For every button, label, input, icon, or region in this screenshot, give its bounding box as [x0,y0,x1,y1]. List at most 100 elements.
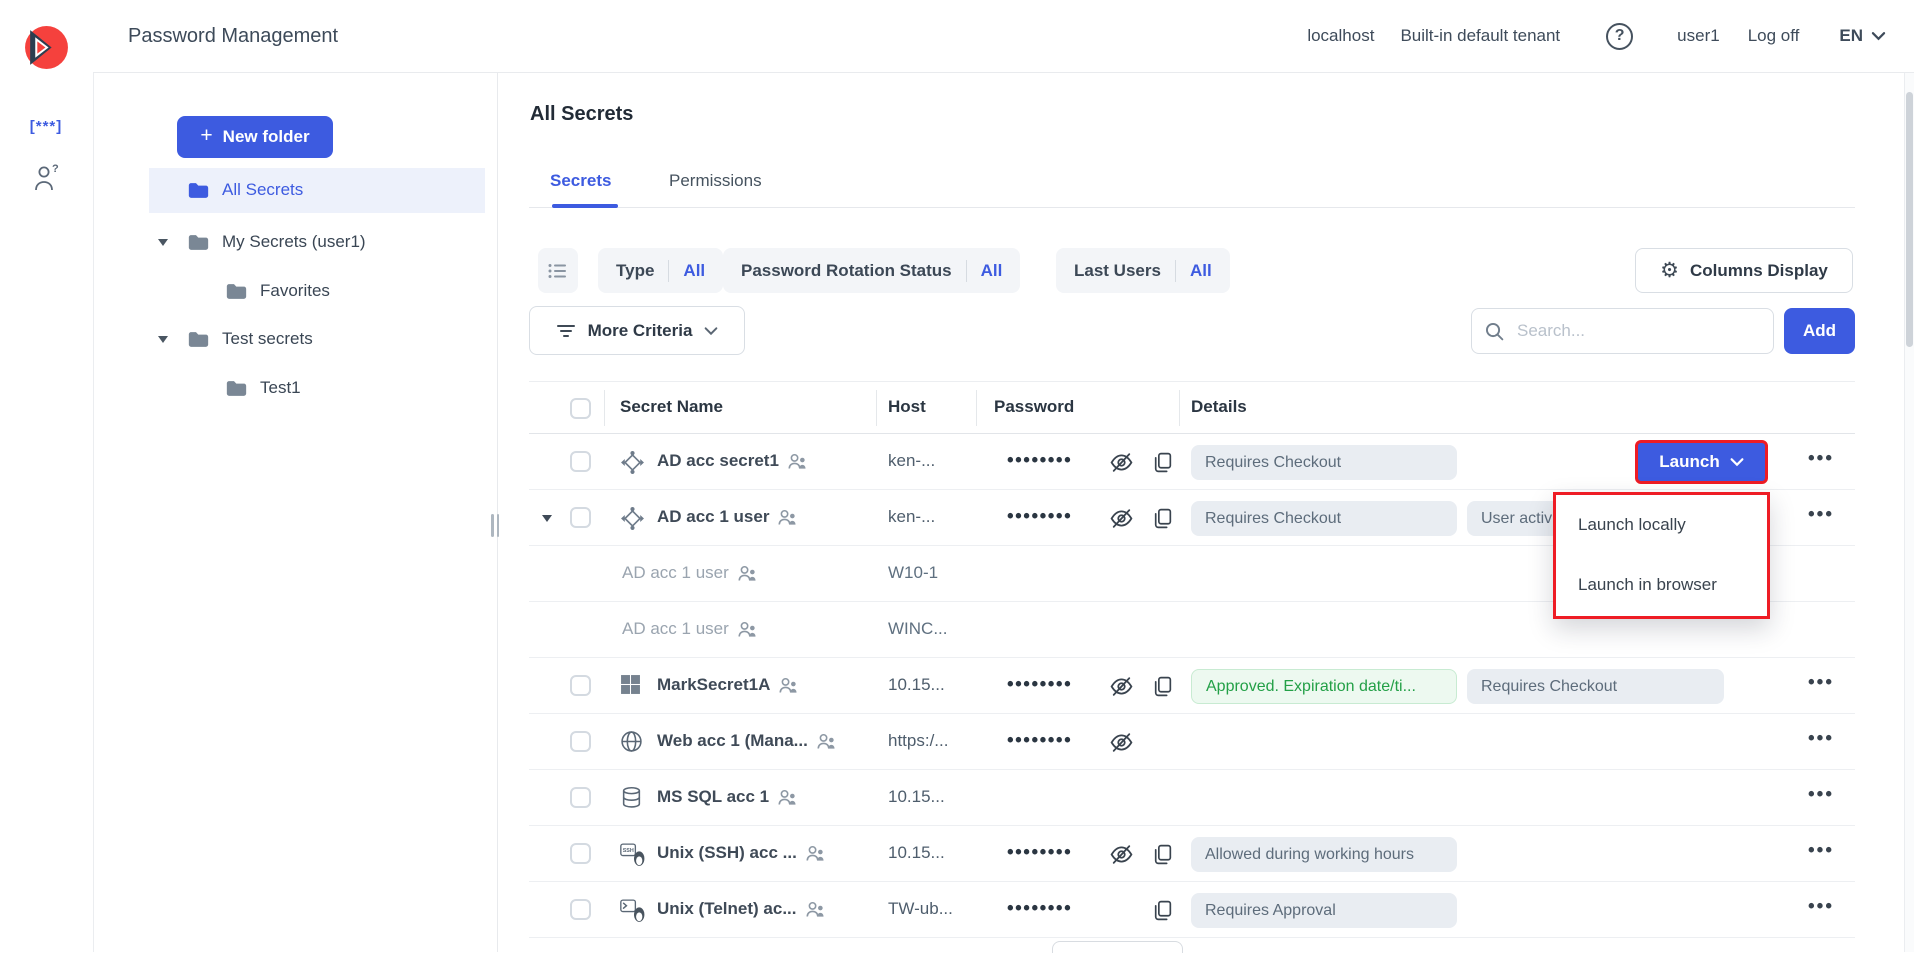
filter-lines-icon [556,323,576,339]
password-mask: •••••••• [1007,842,1072,864]
sidebar-item-all-secrets[interactable]: All Secrets [93,168,497,213]
search-input[interactable] [1515,320,1761,342]
server-name: localhost [1307,26,1374,46]
row-checkbox[interactable] [570,507,591,528]
secret-name: AD acc 1 user [622,619,757,639]
column-header-secret-name[interactable]: Secret Name [620,397,723,417]
row-checkbox[interactable] [570,787,591,808]
row-actions-button[interactable]: ••• [1799,896,1843,918]
filter-type-label: Type [616,261,654,281]
columns-display-button[interactable]: ⚙ Columns Display [1635,248,1853,293]
filter-prs-label: Password Rotation Status [741,261,952,281]
filter-type[interactable]: Type All [598,248,723,293]
unix-ssh-icon: SSH [620,842,647,867]
sidebar-item-my-secrets-user1-[interactable]: My Secrets (user1) [93,220,497,265]
launch-button[interactable]: Launch [1635,440,1768,484]
eye-off-icon[interactable] [1109,842,1134,867]
page-title: All Secrets [530,103,633,126]
account-discovery-icon[interactable]: ? [33,163,61,193]
status-badge: Requires Approval [1191,893,1457,928]
row-checkbox[interactable] [570,675,591,696]
icon-rail: [***] ? [0,0,94,952]
scrollbar-thumb[interactable] [1906,92,1913,347]
nav-secrets-icon[interactable]: [***] [0,118,92,135]
column-header-host[interactable]: Host [888,397,926,417]
shared-account-icon [779,677,798,694]
row-actions-button[interactable]: ••• [1799,728,1843,750]
row-checkbox[interactable] [570,731,591,752]
table-row: Unix (Telnet) ac...TW-ub...••••••••Requi… [529,882,1855,938]
folder-icon [226,283,247,300]
active-directory-icon [620,506,645,531]
eye-off-icon[interactable] [1109,450,1134,475]
add-button[interactable]: Add [1784,308,1855,354]
row-checkbox[interactable] [570,451,591,472]
tab-secrets[interactable]: Secrets [550,171,611,191]
panel-resize-handle[interactable] [491,514,499,537]
sidebar-item-test-secrets[interactable]: Test secrets [93,317,497,362]
row-checkbox[interactable] [570,843,591,864]
status-badge: Requires Checkout [1191,445,1457,480]
copy-icon[interactable] [1151,675,1174,698]
tab-divider [529,207,1855,208]
row-actions-button[interactable]: ••• [1799,672,1843,694]
host-value: 10.15... [888,787,945,807]
search-field[interactable] [1471,308,1774,354]
row-actions-button[interactable]: ••• [1799,448,1843,470]
menu-item-launch-in-browser[interactable]: Launch in browser [1556,555,1767,615]
tab-permissions[interactable]: Permissions [669,171,762,191]
logoff-link[interactable]: Log off [1748,26,1800,46]
copy-icon[interactable] [1151,843,1174,866]
filter-password-rotation-status[interactable]: Password Rotation Status All [723,248,1020,293]
status-badge: Requires Checkout [1467,669,1724,704]
sidebar-item-favorites[interactable]: Favorites [93,269,497,314]
language-selector[interactable]: EN [1839,26,1886,46]
host-value: ken-... [888,507,935,527]
row-actions-button[interactable]: ••• [1799,504,1843,526]
filter-last-users[interactable]: Last Users All [1056,248,1230,293]
secret-name: MS SQL acc 1 [657,787,797,807]
columns-display-label: Columns Display [1690,261,1828,281]
host-value: ken-... [888,451,935,471]
eye-off-icon[interactable] [1109,730,1134,755]
shared-account-icon [738,565,757,582]
secret-name: Unix (SSH) acc ... [657,843,825,863]
column-header-password[interactable]: Password [994,397,1074,417]
secret-name: Web acc 1 (Mana... [657,731,836,751]
eye-off-icon[interactable] [1109,506,1134,531]
folder-label: My Secrets (user1) [222,232,366,252]
column-header-details[interactable]: Details [1191,397,1247,417]
sidebar-item-test1[interactable]: Test1 [93,366,497,411]
folder-label: Test1 [260,378,301,398]
new-folder-button[interactable]: + New folder [177,116,333,158]
folder-label: Test secrets [222,329,313,349]
eye-off-icon[interactable] [1109,674,1134,699]
row-actions-button[interactable]: ••• [1799,784,1843,806]
row-checkbox[interactable] [570,899,591,920]
password-mask: •••••••• [1007,730,1072,752]
help-icon[interactable]: ? [1606,23,1633,50]
filter-last-users-label: Last Users [1074,261,1161,281]
copy-icon[interactable] [1151,507,1174,530]
shared-account-icon [806,901,825,918]
list-view-toggle[interactable] [538,248,578,293]
menu-item-launch-locally[interactable]: Launch locally [1556,495,1767,555]
shared-account-icon [778,789,797,806]
shared-account-icon [738,621,757,638]
row-actions-button[interactable]: ••• [1799,840,1843,862]
tree-expand-caret-icon[interactable] [158,239,168,246]
status-badge: Requires Checkout [1191,501,1457,536]
table-row: MarkSecret1A10.15...••••••••Approved. Ex… [529,658,1855,714]
password-mask: •••••••• [1007,450,1072,472]
select-all-checkbox[interactable] [570,398,591,419]
more-criteria-button[interactable]: More Criteria [529,306,745,355]
host-value: 10.15... [888,675,945,695]
table-row: MS SQL acc 1 10.15... ••• [529,770,1855,826]
password-mask: •••••••• [1007,506,1072,528]
panel-divider [497,73,498,952]
tree-expand-caret-icon[interactable] [158,336,168,343]
copy-icon[interactable] [1151,899,1174,922]
row-expand-caret-icon[interactable] [542,515,552,522]
windows-icon [620,674,641,695]
copy-icon[interactable] [1151,451,1174,474]
